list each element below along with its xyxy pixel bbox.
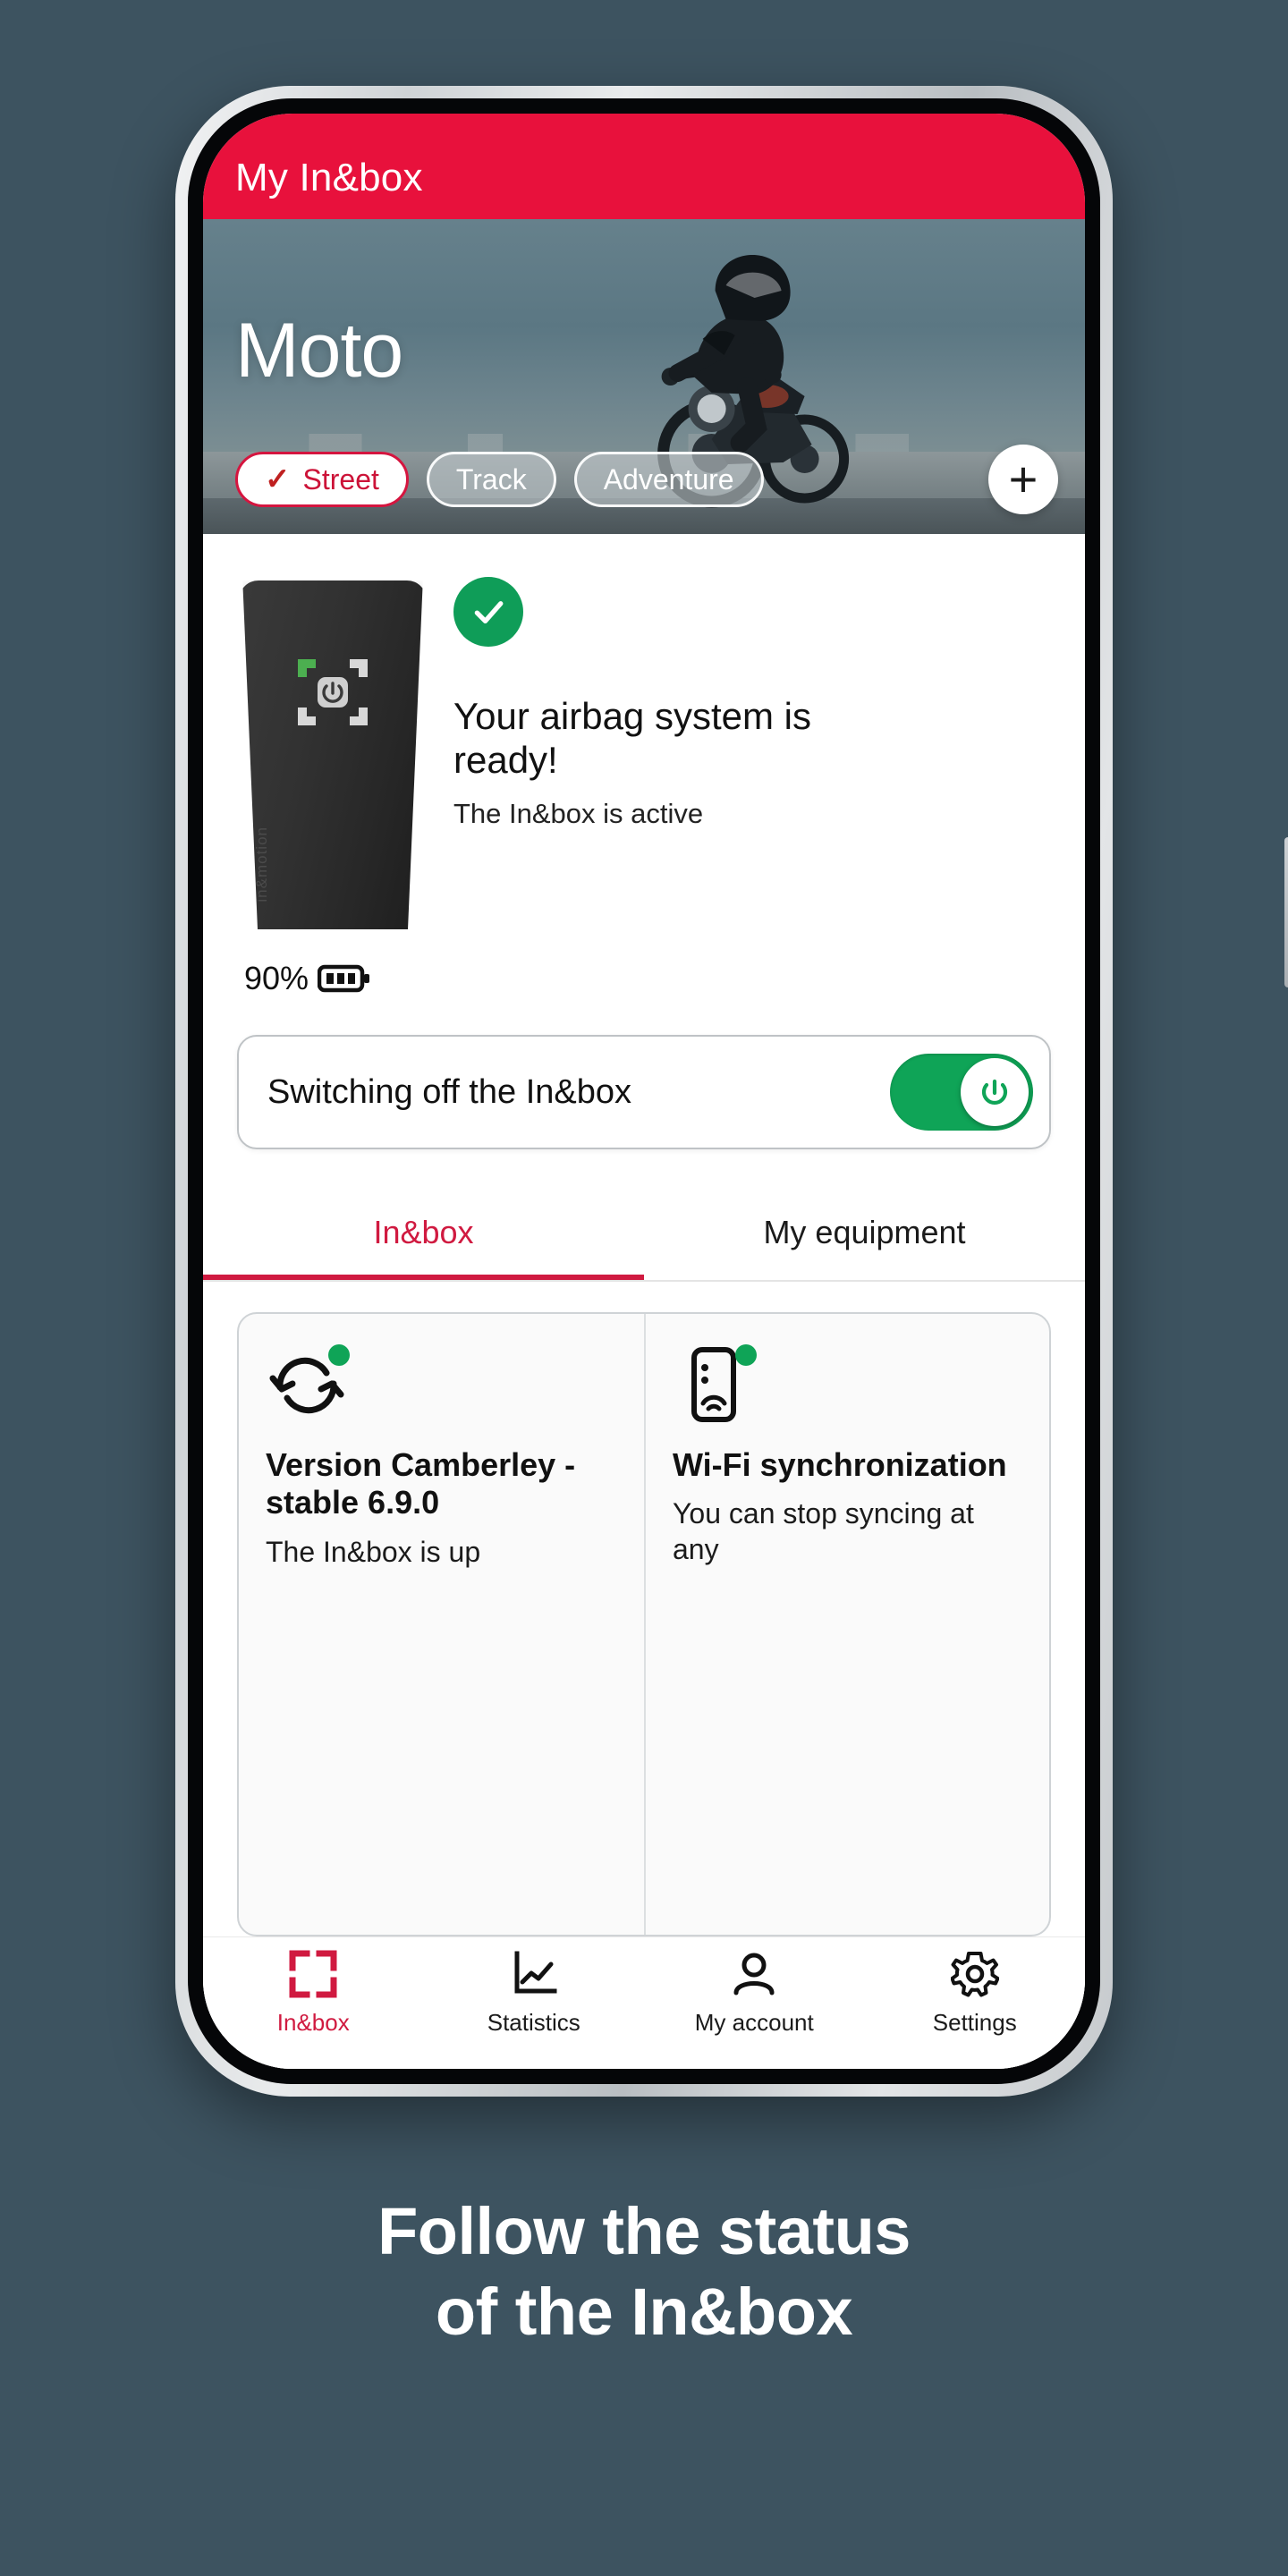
- bracket-icon: [289, 1950, 337, 1998]
- hero-title: Moto: [235, 308, 403, 394]
- nav-item-statistics-label: Statistics: [487, 2009, 580, 2036]
- info-card-version[interactable]: Version Camberley - stable 6.9.0 The In&…: [239, 1314, 644, 1935]
- status-headline: Your airbag system is ready!: [453, 695, 811, 781]
- chip-adventure-label: Adventure: [603, 462, 734, 496]
- promo-caption-line-1: Follow the status: [377, 2194, 911, 2268]
- device-status-block: in&motion Your airbag system is ready! T…: [203, 534, 1085, 929]
- add-category-button[interactable]: +: [988, 445, 1058, 514]
- status-subtitle: The In&box is active: [453, 798, 704, 830]
- battery-percent-label: 90%: [244, 960, 309, 996]
- gear-icon: [950, 1952, 999, 1997]
- category-chip-row: ✓ Street Track Adventure +: [235, 445, 1058, 514]
- nav-item-my-account-label: My account: [694, 2009, 814, 2036]
- promo-caption-line-2: of the In&box: [435, 2275, 853, 2350]
- app-title: My In&box: [235, 156, 423, 199]
- info-card-list: Version Camberley - stable 6.9.0 The In&…: [237, 1312, 1051, 1936]
- tab-inbox-label: In&box: [373, 1214, 474, 1250]
- device-brand-text: in&motion: [253, 826, 270, 902]
- power-button[interactable]: [1284, 837, 1288, 987]
- chip-track-label: Track: [455, 462, 527, 496]
- phone-bezel: My In&box Moto ✓ Street Track Adventure …: [188, 98, 1100, 2084]
- status-dot-green: [735, 1344, 757, 1366]
- chart-line-icon: [514, 1951, 557, 1994]
- info-card-version-description: The In&box is up: [266, 1535, 481, 1568]
- toggle-knob: [961, 1058, 1029, 1126]
- plus-icon: +: [1008, 451, 1038, 507]
- nav-item-inbox[interactable]: In&box: [203, 1950, 424, 2037]
- nav-item-settings[interactable]: Settings: [865, 1950, 1086, 2037]
- power-toggle-card[interactable]: Switching off the In&box: [237, 1035, 1051, 1149]
- check-circle-icon: [453, 577, 523, 647]
- chip-track[interactable]: Track: [426, 452, 556, 507]
- power-icon: [981, 1079, 1008, 1106]
- info-card-wifi[interactable]: Wi-Fi synchronization You can stop synci…: [644, 1314, 1049, 1935]
- info-card-wifi-description: You can stop syncing at any: [673, 1497, 974, 1565]
- phone-wifi-icon: [673, 1344, 757, 1427]
- tab-my-equipment[interactable]: My equipment: [644, 1194, 1085, 1280]
- inbox-device-image: in&motion: [242, 580, 423, 929]
- promo-caption: Follow the status of the In&box: [0, 2191, 1288, 2353]
- hero-banner: Moto ✓ Street Track Adventure +: [203, 219, 1085, 534]
- sync-icon: [266, 1344, 350, 1427]
- nav-item-statistics[interactable]: Statistics: [424, 1950, 645, 2037]
- battery-icon: [318, 964, 370, 993]
- app-content: in&motion Your airbag system is ready! T…: [203, 534, 1085, 2069]
- status-text-block: Your airbag system is ready! The In&box …: [453, 573, 1049, 929]
- tab-inbox[interactable]: In&box: [203, 1194, 644, 1280]
- chip-street-label: Street: [302, 462, 379, 496]
- check-icon: ✓: [265, 462, 291, 496]
- chip-adventure[interactable]: Adventure: [573, 452, 764, 507]
- phone-frame: My In&box Moto ✓ Street Track Adventure …: [175, 86, 1288, 2097]
- phone-screen: My In&box Moto ✓ Street Track Adventure …: [203, 114, 1085, 2069]
- power-toggle-switch[interactable]: [890, 1054, 1033, 1131]
- status-dot-green: [328, 1344, 350, 1366]
- tab-my-equipment-label: My equipment: [763, 1214, 966, 1250]
- nav-item-inbox-label: In&box: [276, 2009, 350, 2036]
- power-toggle-label: Switching off the In&box: [267, 1072, 631, 1111]
- content-tabs: In&box My equipment: [203, 1194, 1085, 1282]
- nav-item-settings-label: Settings: [932, 2009, 1017, 2036]
- chip-street[interactable]: ✓ Street: [235, 452, 409, 507]
- bottom-navigation: In&box Statistics My account Settings: [203, 1936, 1085, 2069]
- bracket-power-icon: [298, 659, 368, 725]
- info-card-version-title: Version Camberley - stable 6.9.0: [266, 1446, 576, 1521]
- person-icon: [733, 1953, 775, 1996]
- device-image-wrap: in&motion: [239, 573, 427, 929]
- nav-item-my-account[interactable]: My account: [644, 1950, 865, 2037]
- app-header: My In&box: [203, 114, 1085, 219]
- battery-indicator: 90%: [203, 929, 1085, 997]
- info-card-wifi-title: Wi-Fi synchronization: [673, 1446, 1007, 1483]
- check-glyph: [474, 601, 504, 623]
